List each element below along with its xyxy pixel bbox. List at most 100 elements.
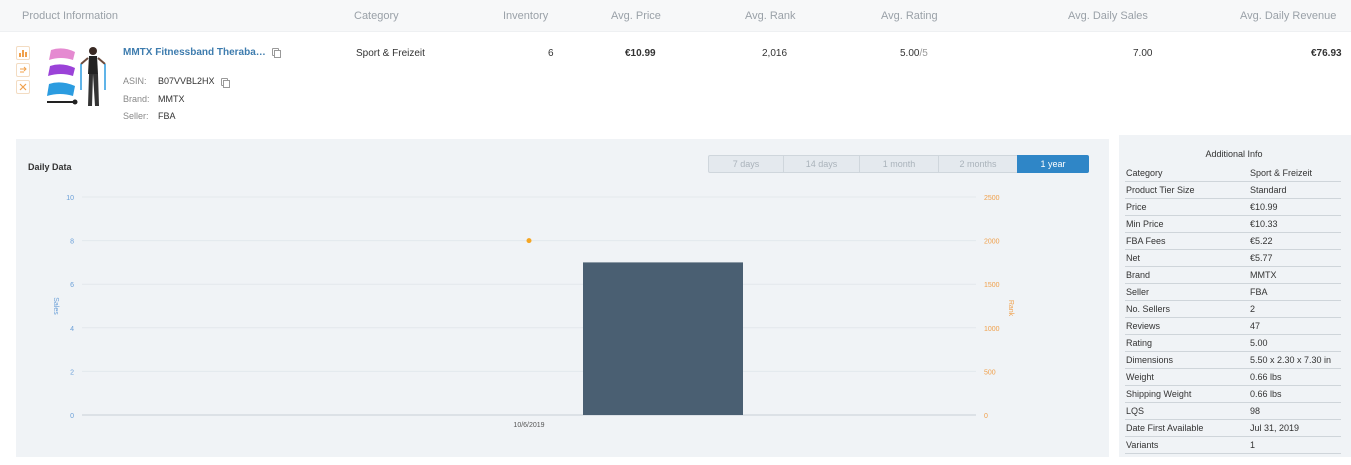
info-key: Price: [1126, 202, 1147, 212]
y-tick-label-right: 0: [984, 413, 988, 420]
info-row: Variants 1: [1125, 437, 1341, 454]
info-value: MMTX: [1250, 270, 1277, 280]
y-tick-label-right: 500: [984, 369, 996, 376]
y-axis-title-left: Sales: [52, 297, 59, 315]
info-key: Dimensions: [1126, 355, 1174, 365]
additional-info-table: Category Sport & Freizeit Product Tier Siz…: [1125, 165, 1341, 454]
info-key: Shipping Weight: [1126, 389, 1192, 399]
product-thumbnail[interactable]: [47, 44, 109, 110]
info-value: 1: [1250, 440, 1256, 450]
info-row: Category Sport & Freizeit: [1125, 165, 1341, 182]
asin-value: B07VVBL2HX: [158, 76, 215, 86]
y-tick-label-left: 2: [70, 369, 74, 376]
info-row: Brand MMTX: [1125, 267, 1341, 284]
brand-value: MMTX: [158, 94, 185, 104]
additional-info-title: Additional Info: [1205, 149, 1263, 159]
info-row: LQS 98: [1125, 403, 1341, 420]
info-value: €10.99: [1250, 202, 1278, 212]
header-avg-rank[interactable]: Avg. Rank: [745, 10, 796, 22]
brand-row: Brand: MMTX: [123, 94, 185, 104]
daily-data-panel: Daily Data 7 days 14 days 1 month 2 months 1…: [16, 139, 1109, 457]
info-key: Seller: [1126, 287, 1150, 297]
y-tick-label-right: 2000: [984, 239, 1000, 246]
daily-data-chart: 0 2 4 6 8 10 0 500 1000 1500 2000 2500 Sales Rank 10/6…: [52, 195, 1014, 429]
info-value: FBA: [1250, 287, 1268, 297]
header-avg-price[interactable]: Avg. Price: [611, 10, 661, 22]
info-key: Reviews: [1126, 321, 1161, 331]
info-value: Standard: [1250, 185, 1287, 195]
info-value: 47: [1250, 321, 1261, 331]
info-key: Weight: [1126, 372, 1154, 382]
product-avg-rating: 5.00/5: [900, 48, 928, 59]
copy-asin-icon[interactable]: [220, 77, 230, 88]
table-header: Product Information Category Inventory A…: [0, 0, 1351, 32]
seller-row: Seller: FBA: [123, 111, 176, 121]
info-key: Category: [1126, 168, 1163, 178]
product-inventory: 6: [548, 48, 554, 59]
info-value: €5.22: [1250, 236, 1273, 246]
info-row: Dimensions 5.50 x 2.30 x 7.30 in: [1125, 352, 1341, 369]
info-key: Product Tier Size: [1126, 185, 1195, 195]
close-icon[interactable]: [16, 80, 30, 94]
info-row: Date First Available Jul 31, 2019: [1125, 420, 1341, 437]
copy-icon[interactable]: [271, 48, 281, 59]
info-row: Net €5.77: [1125, 250, 1341, 267]
info-key: Variants: [1126, 440, 1159, 450]
header-product-information[interactable]: Product Information: [22, 10, 118, 22]
y-tick-label-right: 1000: [984, 326, 1000, 333]
header-inventory[interactable]: Inventory: [503, 10, 548, 22]
info-row: No. Sellers 2: [1125, 301, 1341, 318]
info-value: €5.77: [1250, 253, 1273, 263]
header-avg-rating[interactable]: Avg. Rating: [881, 10, 938, 22]
info-row: Weight 0.66 lbs: [1125, 369, 1341, 386]
info-key: Rating: [1126, 338, 1153, 348]
info-row: FBA Fees €5.22: [1125, 233, 1341, 250]
info-value: 5.00: [1250, 338, 1268, 348]
header-avg-daily-revenue[interactable]: Avg. Daily Revenue: [1240, 10, 1336, 22]
info-key: Date First Available: [1126, 423, 1204, 433]
info-row: Min Price €10.33: [1125, 216, 1341, 233]
info-row: Rating 5.00: [1125, 335, 1341, 352]
y-tick-label-right: 1500: [984, 282, 1000, 289]
row-actions: [16, 46, 32, 97]
additional-info-panel: Additional Info Category Sport & Freizeit…: [1119, 135, 1351, 457]
info-row: Seller FBA: [1125, 284, 1341, 301]
info-value: 2: [1250, 304, 1256, 314]
info-key: Net: [1126, 253, 1141, 263]
info-value: 0.66 lbs: [1250, 372, 1282, 382]
info-key: FBA Fees: [1126, 236, 1166, 246]
info-value: 98: [1250, 406, 1261, 416]
header-avg-daily-sales[interactable]: Avg. Daily Sales: [1068, 10, 1148, 22]
product-avg-daily-sales: 7.00: [1133, 48, 1153, 59]
info-key: Brand: [1126, 270, 1151, 280]
product-category: Sport & Freizeit: [356, 48, 425, 59]
info-row: Product Tier Size Standard: [1125, 182, 1341, 199]
info-key: LQS: [1126, 406, 1145, 416]
y-axis-title-right: Rank: [1007, 300, 1014, 317]
y-tick-label-left: 4: [70, 326, 74, 333]
y-tick-label-left: 0: [70, 413, 74, 420]
info-value: 5.50 x 2.30 x 7.30 in: [1250, 355, 1332, 365]
info-value: 0.66 lbs: [1250, 389, 1282, 399]
info-value: Jul 31, 2019: [1250, 423, 1300, 433]
asin-row: ASIN: B07VVBL2HX: [123, 76, 230, 88]
product-title-link[interactable]: MMTX Fitnessband Theraba…: [123, 47, 281, 59]
header-category[interactable]: Category: [354, 10, 399, 22]
info-key: No. Sellers: [1126, 304, 1171, 314]
rank-point[interactable]: [526, 238, 532, 244]
product-avg-price: €10.99: [625, 48, 656, 59]
info-row: Price €10.99: [1125, 199, 1341, 216]
product-avg-rank: 2,016: [762, 48, 788, 59]
info-value: €10.33: [1250, 219, 1278, 229]
y-tick-label-left: 10: [66, 195, 74, 202]
info-row: Reviews 47: [1125, 318, 1341, 335]
info-row: Shipping Weight 0.66 lbs: [1125, 386, 1341, 403]
sales-bar[interactable]: [583, 262, 743, 415]
x-tick-label: 10/6/2019: [513, 422, 544, 429]
refresh-icon[interactable]: [16, 63, 30, 77]
product-avg-daily-revenue: €76.93: [1311, 48, 1342, 59]
y-tick-label-left: 8: [70, 239, 74, 246]
info-value: Sport & Freizeit: [1250, 168, 1313, 178]
seller-value: FBA: [158, 111, 176, 121]
bar-chart-icon[interactable]: [16, 46, 30, 60]
